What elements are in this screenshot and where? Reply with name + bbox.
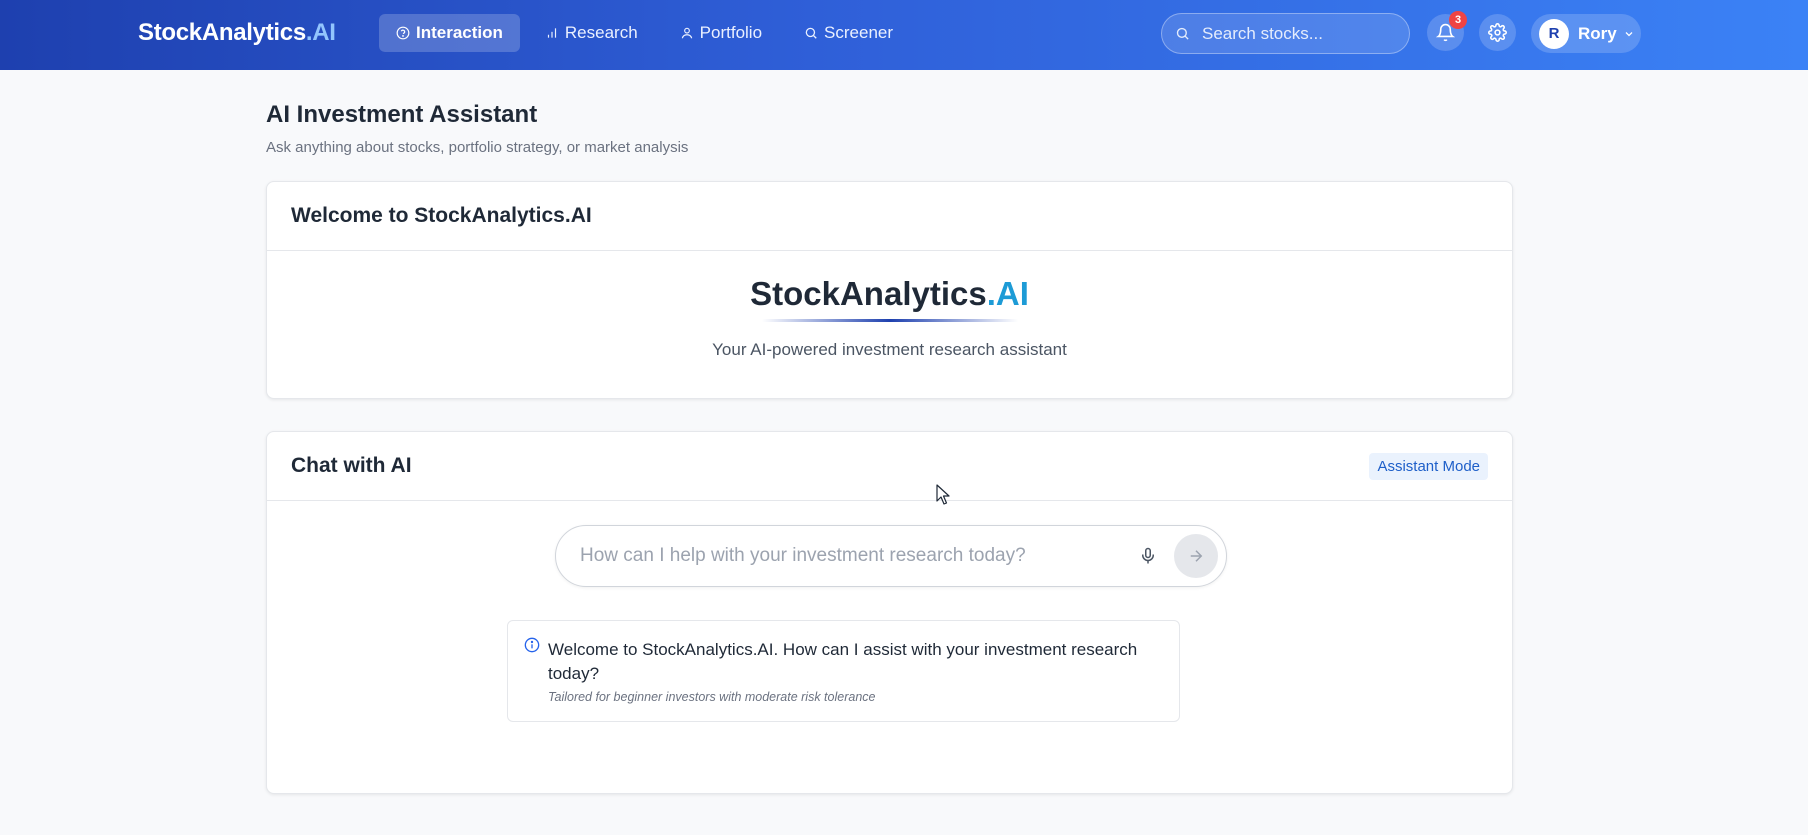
chevron-down-icon [1625, 31, 1633, 36]
notification-badge: 3 [1449, 11, 1467, 29]
nav-item-portfolio[interactable]: Portfolio [663, 14, 779, 52]
welcome-card: Welcome to StockAnalytics.AI StockAnalyt… [266, 181, 1513, 399]
nav-item-research[interactable]: Research [528, 14, 655, 52]
search-icon [805, 27, 817, 39]
help-circle-icon [396, 26, 410, 40]
chat-card: Chat with AI Assistant Mode Welcome to S… [266, 431, 1513, 794]
welcome-card-header: Welcome to StockAnalytics.AI [267, 182, 1512, 251]
chat-input-box [555, 525, 1227, 587]
chat-card-title: Chat with AI [291, 454, 412, 477]
user-menu[interactable]: R Rory [1531, 14, 1641, 53]
page-title: AI Investment Assistant [266, 101, 538, 128]
brand-underline [761, 319, 1018, 322]
assistant-message-note: Tailored for beginner investors with mod… [548, 690, 876, 704]
nav-item-label: Interaction [416, 23, 503, 42]
nav-item-label: Screener [824, 23, 894, 42]
user-icon [681, 27, 692, 39]
mouse-cursor-icon [936, 484, 950, 505]
stock-search-box [1161, 13, 1410, 54]
page-subtitle: Ask anything about stocks, portfolio str… [266, 139, 689, 156]
top-navbar: StockAnalytics.AI Interaction Research P… [0, 0, 1808, 70]
nav-item-label: Research [564, 23, 638, 42]
stock-search-input[interactable] [1202, 23, 1402, 44]
app-logo[interactable]: StockAnalytics.AI [138, 19, 336, 47]
chat-card-header: Chat with AI Assistant Mode [267, 432, 1512, 501]
logo-suffix-text: .AI [305, 19, 336, 46]
microphone-icon [1142, 547, 1154, 564]
assistant-message-text: Welcome to StockAnalytics.AI. How can I … [548, 640, 1138, 683]
arrow-right-icon [1190, 550, 1203, 562]
assistant-message: Welcome to StockAnalytics.AI. How can I … [507, 620, 1180, 722]
notifications-button[interactable]: 3 [1427, 11, 1467, 51]
brand-wordmark: StockAnalytics.AI [267, 275, 1512, 313]
avatar: R [1539, 18, 1569, 49]
logo-main-text: StockAnalytics [138, 19, 306, 46]
nav-item-screener[interactable]: Screener [787, 14, 910, 52]
send-button[interactable] [1174, 534, 1218, 578]
assistant-mode-badge[interactable]: Assistant Mode [1369, 452, 1488, 480]
user-name: Rory [1578, 23, 1617, 43]
info-icon [524, 637, 540, 653]
gear-icon [1488, 23, 1507, 42]
bar-chart-icon [547, 28, 556, 38]
voice-input-button[interactable] [1136, 544, 1160, 568]
brand-tagline: Your AI-powered investment research assi… [712, 340, 1067, 359]
nav-item-interaction[interactable]: Interaction [379, 14, 520, 52]
main-nav: Interaction Research Portfolio Screener [379, 14, 918, 52]
nav-item-label: Portfolio [699, 23, 763, 42]
search-icon [1176, 27, 1189, 40]
brand-main-text: StockAnalytics [750, 275, 987, 312]
welcome-card-title: Welcome to StockAnalytics.AI [291, 204, 592, 227]
chat-input[interactable] [580, 545, 1136, 567]
brand-suffix-text: .AI [986, 275, 1029, 312]
settings-button[interactable] [1479, 14, 1516, 51]
